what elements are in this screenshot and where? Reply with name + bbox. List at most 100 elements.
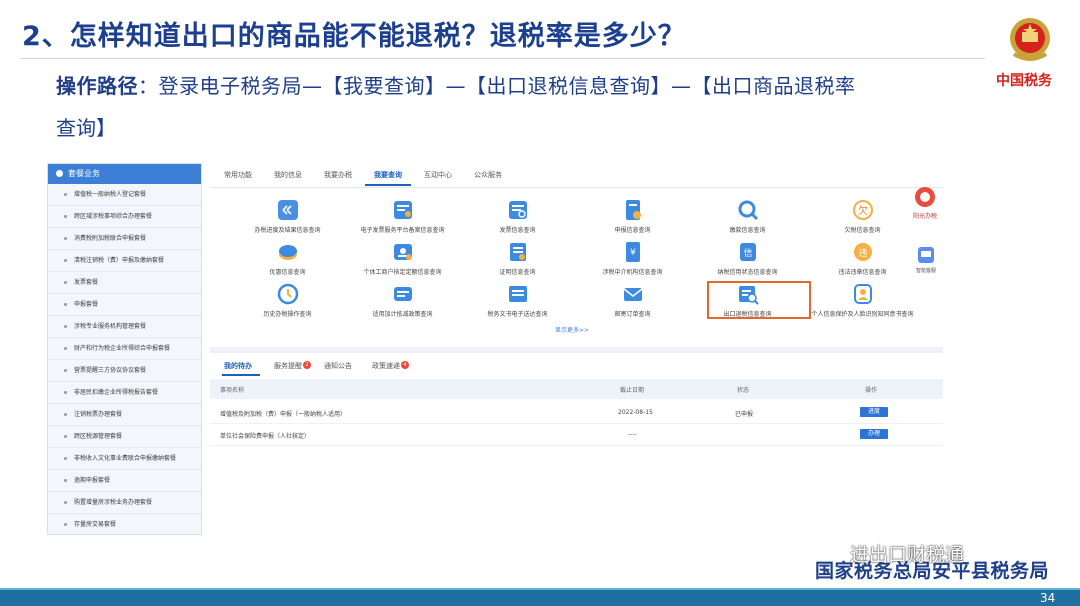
service-policy-query[interactable]: 适用加计抵减政策查询	[345, 283, 460, 325]
operation-path-line2: 查询】	[56, 116, 116, 140]
slide-title: 2、怎样知道出口的商品能不能退税？退税率是多少？	[22, 21, 686, 52]
sunshine-tax-widget-icon[interactable]: 阳光办税	[910, 185, 940, 225]
handle-button[interactable]: 办理	[860, 429, 888, 439]
service-invoice-platform-query[interactable]: 电子发票服务平台备案信息查询	[345, 199, 460, 241]
sidebar-item[interactable]: 注销税票办理套餐	[48, 404, 201, 426]
header-status: 状态	[737, 387, 750, 394]
service-document-query[interactable]: 税务文书电子送达查询	[460, 283, 575, 325]
tab-my-todo[interactable]: 我的待办	[224, 361, 252, 371]
document-icon	[509, 286, 527, 302]
tab-query[interactable]: 我要查询	[374, 170, 402, 180]
invoice-icon	[509, 201, 527, 219]
service-credit-query[interactable]: 信 纳税信用状态信息查询	[690, 241, 805, 283]
smart-service-widget-icon[interactable]: 智能客服	[912, 245, 940, 275]
service-payment-query[interactable]: 缴款信息查询	[690, 199, 805, 241]
svg-text:信: 信	[743, 247, 752, 259]
mail-icon	[623, 288, 643, 301]
svg-text:¥: ¥	[630, 248, 636, 258]
svg-text:阳光办税: 阳光办税	[913, 212, 937, 220]
history-icon	[277, 283, 299, 305]
service-history-query[interactable]: 历史办税操作查询	[230, 283, 345, 325]
sidebar-item[interactable]: 跨区税源管理套餐	[48, 426, 201, 448]
discount-icon	[279, 245, 297, 260]
title-divider	[20, 58, 985, 59]
credit-icon: 信	[740, 243, 756, 261]
tab-policy-express[interactable]: 政策速递 4	[372, 361, 409, 371]
sidebar-item[interactable]: 申报套餐	[48, 294, 201, 316]
bullet-icon	[64, 346, 67, 350]
row-item-name: 单位社会保险费申报（人社核定）	[220, 433, 311, 440]
show-more-link[interactable]: 显示更多>>	[555, 325, 589, 334]
todo-panel: 我的待办 服务提醒 2 通知公告 政策速递 4 事项名称 截止日期 状态 操作 增值…	[210, 347, 943, 539]
sidebar-item[interactable]: 存量房交易套餐	[48, 514, 201, 535]
service-arrears-query[interactable]: 欠 欠税信息查询	[805, 199, 920, 241]
svg-text:智能客服: 智能客服	[916, 267, 936, 274]
function-tab-bar: 常用功能 我的信息 我要办税 我要查询 互动中心 公众服务	[210, 163, 943, 188]
tab-interaction[interactable]: 互动中心	[424, 170, 452, 180]
tab-public-service[interactable]: 公众服务	[474, 170, 502, 180]
bullet-icon	[64, 324, 67, 328]
tab-file-tax[interactable]: 我要办税	[324, 170, 352, 180]
service-agency-query[interactable]: ¥ 涉税中介机构信息查询	[575, 241, 690, 283]
policy-count-badge: 4	[401, 361, 409, 369]
watermark-text: 进出口财税通	[850, 544, 965, 566]
sidebar-item[interactable]: 财产和行为税企业所得综合申报套餐	[48, 338, 201, 360]
header-deadline: 截止日期	[620, 387, 645, 394]
violation-icon: 违	[854, 243, 872, 261]
sidebar-header[interactable]: 套餐业务	[48, 164, 201, 184]
footer-bar	[0, 590, 1080, 606]
sidebar-item[interactable]: 逾期申报套餐	[48, 470, 201, 492]
service-declaration-query[interactable]: 申报信息查询	[575, 199, 690, 241]
svg-text:违: 违	[858, 248, 867, 259]
header-item-name: 事项名称	[220, 387, 245, 394]
bullet-icon	[64, 500, 67, 504]
tab-service-reminder[interactable]: 服务提醒 2	[274, 361, 311, 371]
svg-text:欠: 欠	[858, 204, 868, 217]
operation-path-line1: 操作路径：登录电子税务局—【我要查询】—【出口退税信息查询】—【出口商品退税率	[56, 70, 856, 99]
table-row: 增值税及附加税（费）申报（一般纳税人适用） 2022-08-15 已申报 进度	[210, 401, 943, 424]
policy-icon	[394, 287, 412, 301]
brand-logo-text: 中国税务	[996, 73, 1052, 89]
payment-search-icon	[738, 200, 759, 221]
sidebar-item[interactable]: 增值税一般纳税人登记套餐	[48, 184, 201, 206]
wechat-watermark-icon	[822, 541, 846, 561]
service-certificate-query[interactable]: 证明信息查询	[460, 241, 575, 283]
bullet-icon	[64, 302, 67, 306]
bullet-icon	[64, 258, 67, 262]
sidebar-item[interactable]: 购置增量房涉税业务办理套餐	[48, 492, 201, 514]
export-refund-highlight	[707, 281, 811, 319]
bullet-icon	[64, 280, 67, 284]
service-invoice-query[interactable]: 发票信息查询	[460, 199, 575, 241]
sidebar-item[interactable]: 跨区域涉税事项综合办理套餐	[48, 206, 201, 228]
sidebar-item[interactable]: 涉税专业服务机构管理套餐	[48, 316, 201, 338]
todo-table-header: 事项名称 截止日期 状态 操作	[210, 379, 943, 399]
service-mail-query[interactable]: 邮寄订单查询	[575, 283, 690, 325]
bullet-icon	[64, 478, 67, 482]
declaration-icon	[626, 200, 641, 220]
path-colon: ：	[138, 74, 159, 98]
bullet-icon	[64, 412, 67, 416]
tab-notice[interactable]: 通知公告	[324, 361, 352, 371]
service-violation-query[interactable]: 违 违法违章信息查询	[805, 241, 920, 283]
service-privacy-query[interactable]: 个人信息保护及人脸识别知同意书查询	[805, 283, 920, 325]
service-quota-query[interactable]: 个体工商户核定定额信息查询	[345, 241, 460, 283]
row-deadline: ----	[628, 431, 637, 438]
header-action: 操作	[865, 387, 878, 394]
tab-common[interactable]: 常用功能	[224, 170, 252, 180]
query-main-panel: 常用功能 我的信息 我要办税 我要查询 互动中心 公众服务 办税进度及结果信息查…	[210, 163, 943, 539]
service-progress-query[interactable]: 办税进度及结果信息查询	[230, 199, 345, 241]
sidebar-item[interactable]: 非居民扣缴企业所得税报告套餐	[48, 382, 201, 404]
sidebar-item[interactable]: 非税收入文化事业费联合申报缴纳套餐	[48, 448, 201, 470]
bullet-icon	[64, 390, 67, 394]
row-item-name: 增值税及附加税（费）申报（一般纳税人适用）	[220, 411, 347, 418]
sidebar-item[interactable]: 营票提醒三方协议协议套餐	[48, 360, 201, 382]
active-todo-tab-indicator	[222, 374, 260, 376]
agency-icon: ¥	[626, 242, 640, 262]
sidebar-item[interactable]: 消费税附加税联合申报套餐	[48, 228, 201, 250]
service-discount-query[interactable]: 优惠信息查询	[230, 241, 345, 283]
sidebar-item[interactable]: 发票套餐	[48, 272, 201, 294]
tab-my-info[interactable]: 我的信息	[274, 170, 302, 180]
progress-button[interactable]: 进度	[860, 407, 888, 417]
sidebar-item[interactable]: 清税注销税（费）申报及缴纳套餐	[48, 250, 201, 272]
tax-emblem-icon	[1010, 18, 1050, 61]
